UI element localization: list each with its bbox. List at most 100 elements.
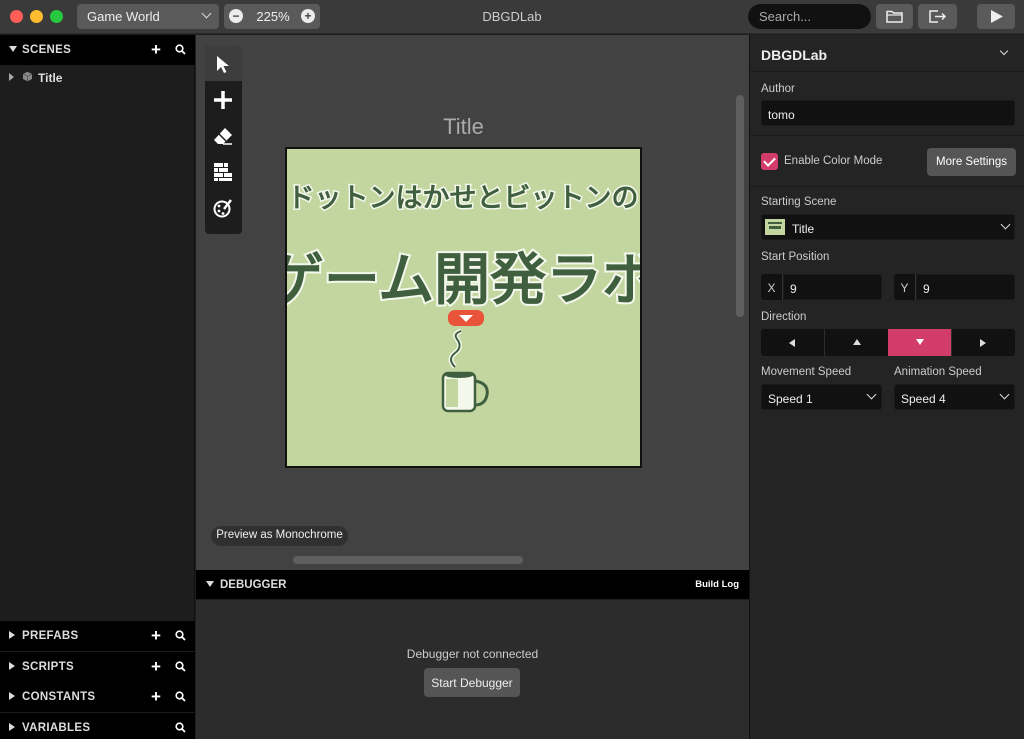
starting-scene-select[interactable]: Title [761,214,1015,240]
direction-label: Direction [761,311,807,323]
world-select-value: Game World [87,9,160,24]
paint-icon [213,199,232,218]
variables-section-header[interactable]: VARIABLES [0,713,195,739]
start-position-marker[interactable] [448,310,484,326]
scene-preview[interactable]: ドットンはかせとビットンの ゲーム開発ラボ [266,147,660,468]
collapse-icon [206,581,214,587]
chevron-down-icon[interactable] [999,46,1009,56]
start-y-field[interactable]: 9 [916,274,1015,300]
zoom-out-button[interactable]: − [229,9,243,23]
prefabs-section-header[interactable]: PREFABS + [0,621,195,651]
add-scene-button[interactable]: + [151,41,161,58]
y-axis-label: Y [894,274,916,300]
scene-tree-item-title[interactable]: Title [0,66,195,88]
scenes-label: SCENES [22,44,72,56]
select-icon [217,56,229,73]
divider [750,135,1024,136]
world-canvas[interactable]: Title ドットンはかせとビットンの ゲーム開発ラボ Preview as M… [196,35,749,570]
arrow-up-icon [853,339,861,345]
movement-speed-label: Movement Speed [761,366,852,378]
search-icon[interactable] [175,691,186,702]
add-constant-button[interactable]: + [151,688,161,705]
author-field[interactable]: tomo [761,100,1015,126]
scripts-section-header[interactable]: SCRIPTS + [0,652,195,682]
maximize-window-button[interactable] [50,10,63,23]
minimize-window-button[interactable] [30,10,43,23]
direction-down-button[interactable] [888,329,952,356]
search-icon[interactable] [175,661,186,672]
collapse-icon [9,46,17,52]
x-axis-label: X [761,274,783,300]
start-x-field[interactable]: 9 [783,274,882,300]
close-window-button[interactable] [10,10,23,23]
arrow-right-icon [980,339,986,347]
direction-selector [761,329,1015,356]
expand-icon[interactable] [9,73,14,81]
color-mode-label: Enable Color Mode [784,155,883,167]
select-tool-button[interactable] [205,46,242,81]
folder-icon [886,10,903,23]
direction-right-button[interactable] [952,329,1016,356]
expand-icon [9,631,15,639]
zoom-control: − 225% + [224,4,320,29]
properties-panel: DBGDLab Author tomo Enable Color Mode Mo… [749,35,1024,739]
variables-label: VARIABLES [22,722,91,734]
start-debugger-button[interactable]: Start Debugger [424,668,520,697]
add-prefab-button[interactable]: + [151,627,161,644]
prefabs-label: PREFABS [22,630,79,642]
search-icon[interactable] [175,44,186,55]
animation-speed-label: Animation Speed [894,366,982,378]
vertical-scrollbar[interactable] [736,95,744,317]
movement-speed-select[interactable]: Speed 1 [761,384,882,410]
scene-tree-item-label: Title [38,71,63,85]
mug-sprite [441,328,489,413]
collisions-tool-button[interactable] [205,154,242,189]
scene-thumbnail-icon [765,219,785,235]
play-icon [991,10,1003,23]
debugger-status: Debugger not connected [406,647,539,661]
world-select[interactable]: Game World [77,4,219,29]
export-icon [929,10,947,23]
constants-label: CONSTANTS [22,691,96,703]
search-icon[interactable] [175,630,186,641]
horizontal-scrollbar[interactable] [293,556,523,564]
direction-left-button[interactable] [761,329,825,356]
zoom-in-button[interactable]: + [301,9,315,23]
eraser-icon [214,128,232,145]
add-script-button[interactable]: + [151,658,161,675]
search-input[interactable]: Search... [748,4,871,29]
color-mode-checkbox[interactable] [761,153,778,170]
title-bar: Game World − 225% + DBGDLab Search... [0,0,1024,34]
expand-icon [9,662,15,670]
preview-monochrome-button[interactable]: Preview as Monochrome [211,526,348,546]
more-settings-button[interactable]: More Settings [927,148,1016,176]
divider [750,186,1024,187]
chevron-down-icon [201,8,212,19]
scene-icon [22,71,33,82]
animation-speed-select[interactable]: Speed 4 [894,384,1015,410]
debugger-label: DEBUGGER [220,579,287,591]
scene-artwork: ドットンはかせとビットンの ゲーム開発ラボ [266,182,660,413]
direction-up-button[interactable] [825,329,889,356]
start-position-label: Start Position [761,251,830,263]
add-tool-button[interactable] [205,82,242,117]
eraser-tool-button[interactable] [205,118,242,153]
debugger-panel: Debugger not connected Start Debugger [196,600,749,739]
search-icon[interactable] [175,722,186,733]
scene-name-label: Title [443,114,484,139]
play-button[interactable] [977,4,1015,29]
divider [750,71,1024,72]
scene-logo-line-2: ゲーム開発ラボ [287,248,640,313]
scenes-section-header[interactable]: SCENES + [0,35,195,65]
debugger-header[interactable]: DEBUGGER Build Log [196,570,749,599]
expand-icon [9,692,15,700]
export-button[interactable] [918,4,957,29]
scripts-label: SCRIPTS [22,661,74,673]
collisions-icon [214,163,232,181]
paint-tool-button[interactable] [205,190,242,225]
constants-section-header[interactable]: CONSTANTS + [0,682,195,712]
arrow-down-icon [916,339,924,345]
project-name: DBGDLab [761,47,828,63]
open-folder-button[interactable] [876,4,913,29]
build-log-tab[interactable]: Build Log [695,579,739,590]
